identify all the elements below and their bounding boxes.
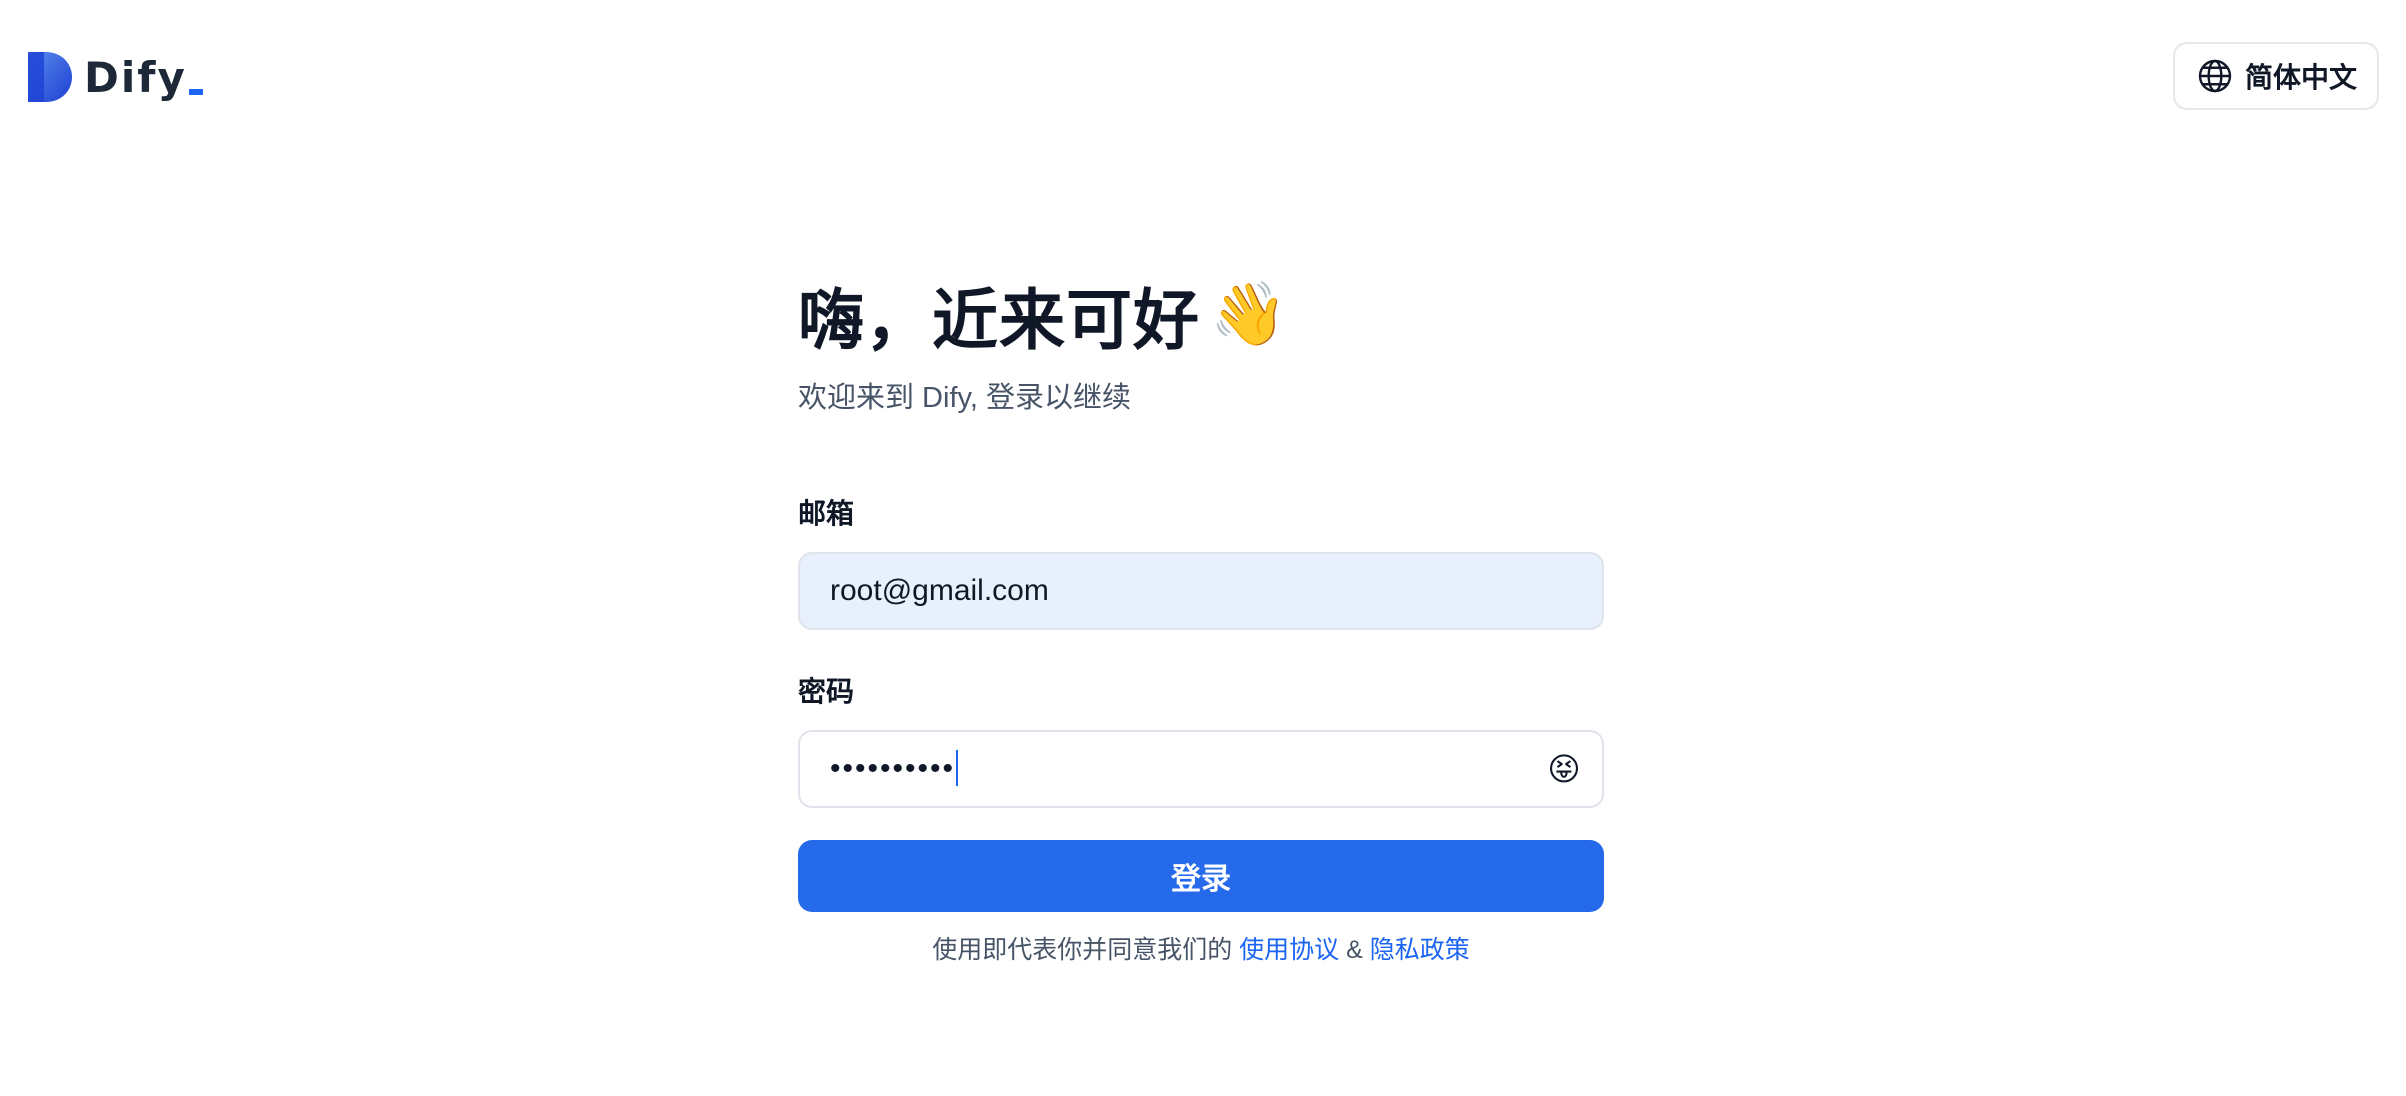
- email-field-wrapper: [798, 552, 1604, 630]
- waving-hand-icon: 👋: [1210, 280, 1288, 349]
- globe-icon: [2198, 59, 2232, 93]
- header: Dify 简体中文: [0, 0, 2406, 150]
- agreement-prefix: 使用即代表你并同意我们的: [932, 936, 1233, 964]
- and-text: &: [1346, 936, 1363, 964]
- logo-text: Dify: [84, 52, 187, 102]
- language-selector-button[interactable]: 简体中文: [2172, 42, 2379, 110]
- privacy-link[interactable]: 隐私政策: [1370, 936, 1470, 964]
- dify-logo-icon: [28, 52, 72, 102]
- dify-logo[interactable]: Dify: [28, 50, 203, 104]
- page-title: 嗨，近来可好: [798, 283, 1200, 357]
- page-subtitle: 欢迎来到 Dify, 登录以继续: [798, 382, 1131, 414]
- terms-link[interactable]: 使用协议: [1239, 936, 1339, 964]
- login-button[interactable]: 登录: [798, 840, 1604, 912]
- email-field[interactable]: [798, 552, 1604, 630]
- password-field-wrapper: 😝: [798, 730, 1604, 808]
- password-label: 密码: [798, 676, 855, 707]
- logo-cursor: [188, 89, 203, 95]
- password-field[interactable]: [798, 730, 1604, 808]
- title-row: 嗨，近来可好 👋: [798, 270, 1604, 360]
- login-form: 嗨，近来可好 👋 欢迎来到 Dify, 登录以继续 邮箱 密码 😝 登录 使用即…: [798, 270, 1604, 966]
- language-label: 简体中文: [2244, 62, 2357, 93]
- eye-toggle-icon[interactable]: 😝: [1544, 749, 1584, 789]
- email-label: 邮箱: [798, 498, 855, 529]
- text-caret: [956, 750, 958, 786]
- agreement-text: 使用即代表你并同意我们的 使用协议 & 隐私政策: [798, 930, 1604, 966]
